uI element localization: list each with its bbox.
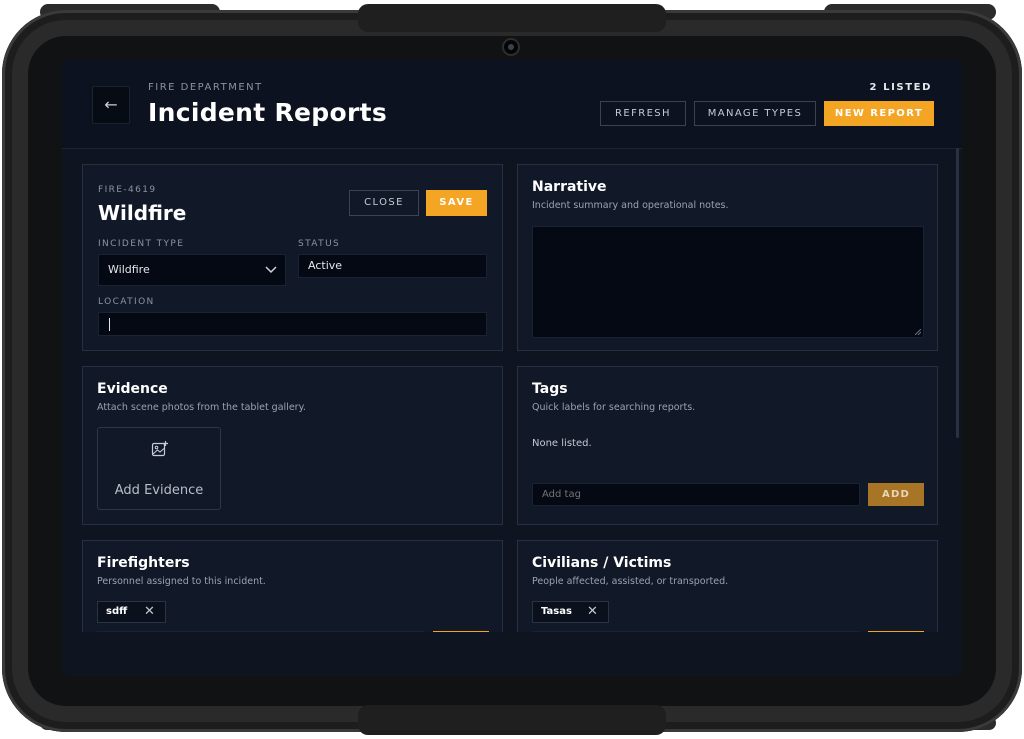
resize-handle-icon [915,329,921,335]
scrollbar[interactable] [956,148,959,438]
tags-empty-text: None listed. [532,438,592,449]
firefighters-title: Firefighters [97,555,190,571]
narrative-subtitle: Incident summary and operational notes. [532,200,729,211]
evidence-subtitle: Attach scene photos from the tablet gall… [97,402,306,413]
add-tag-input[interactable] [532,483,860,506]
firefighters-subtitle: Personnel assigned to this incident. [97,576,266,587]
status-value: Active [308,259,343,272]
close-icon[interactable]: ✕ [587,602,598,622]
arrow-left-icon: ← [104,95,118,114]
image-add-icon [151,441,168,457]
location-label: LOCATION [98,297,155,307]
incident-type-value: Wildfire [108,263,150,276]
narrative-card: Narrative Incident summary and operation… [517,164,938,351]
app-screen: ← FIRE DEPARTMENT Incident Reports 2 LIS… [62,60,962,676]
status-field[interactable]: Active [298,254,487,278]
location-input[interactable] [98,312,487,336]
firefighter-chip-label: sdff [106,606,128,617]
manage-types-button[interactable]: MANAGE TYPES [694,101,816,126]
incident-type-label: INCIDENT TYPE [98,239,185,249]
report-name: Wildfire [98,201,187,225]
back-button[interactable]: ← [92,86,130,124]
evidence-title: Evidence [97,381,168,397]
bottom-fade-area [62,632,962,676]
tablet-bottom-connector [358,705,666,735]
add-evidence-button[interactable]: Add Evidence [97,427,221,510]
tablet-top-button-bar [358,4,666,32]
civilian-chip: Tasas ✕ [532,601,609,623]
civilians-subtitle: People affected, assisted, or transporte… [532,576,729,587]
report-count: 2 LISTED [869,82,932,93]
department-label: FIRE DEPARTMENT [148,82,263,93]
add-tag-button[interactable]: ADD [868,483,924,506]
chevron-down-icon [265,266,277,274]
page-title: Incident Reports [148,98,388,127]
tags-card: Tags Quick labels for searching reports.… [517,366,938,525]
add-evidence-label: Add Evidence [114,483,204,498]
report-id: FIRE-4619 [98,185,157,195]
status-label: STATUS [298,239,341,249]
close-icon[interactable]: ✕ [144,602,155,622]
narrative-textarea[interactable] [532,226,924,338]
app-header: ← FIRE DEPARTMENT Incident Reports 2 LIS… [62,60,962,149]
tags-subtitle: Quick labels for searching reports. [532,402,696,413]
new-report-button[interactable]: NEW REPORT [824,101,934,126]
narrative-title: Narrative [532,179,607,195]
save-button[interactable]: SAVE [426,190,487,216]
tags-title: Tags [532,381,568,397]
incident-type-select[interactable]: Wildfire [98,254,286,286]
civilian-chip-label: Tasas [541,606,572,617]
camera-icon [504,40,518,54]
refresh-button[interactable]: REFRESH [600,101,686,126]
report-details-card: FIRE-4619 Wildfire CLOSE SAVE INCIDENT T… [82,164,503,351]
text-cursor [109,318,110,331]
firefighter-chip: sdff ✕ [97,601,166,623]
evidence-card: Evidence Attach scene photos from the ta… [82,366,503,525]
close-button[interactable]: CLOSE [349,190,419,216]
civilians-title: Civilians / Victims [532,555,672,571]
